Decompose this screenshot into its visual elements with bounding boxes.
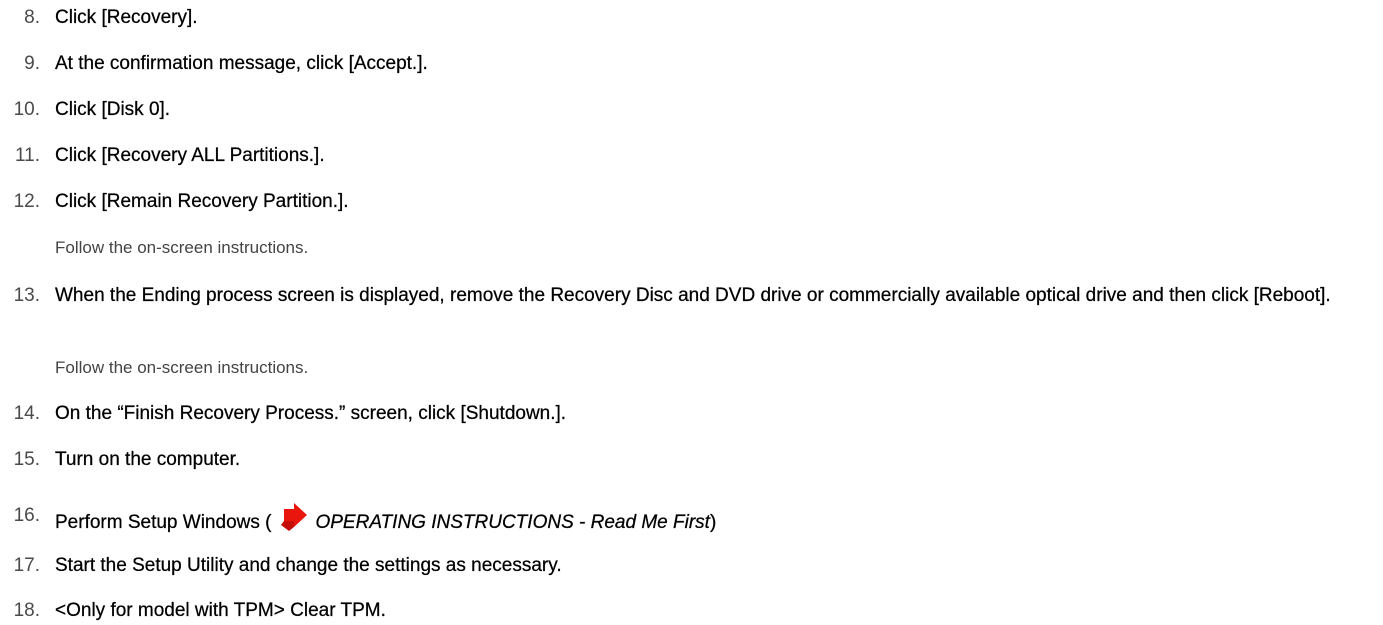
step-number: 18. [13, 600, 40, 621]
operating-instructions-link[interactable]: OPERATING INSTRUCTIONS - Read Me First [315, 512, 710, 533]
step-text: Start the Setup Utility and change the s… [55, 555, 562, 576]
step-number: 13. [13, 285, 40, 306]
step-number: 11. [14, 145, 40, 166]
step-text: Turn on the computer. [55, 449, 241, 470]
step-text: Click [Recovery]. [55, 7, 198, 28]
step-text: Click [Remain Recovery Partition.]. [55, 191, 349, 212]
red-arrow-right-icon [281, 503, 308, 531]
step-number: 14. [13, 403, 40, 424]
step-text-after: ) [709, 512, 717, 533]
step-text: Click [Disk 0]. [55, 99, 171, 120]
step-number: 9. [24, 53, 40, 74]
step-number: 12. [13, 191, 40, 212]
step-number: 16. [13, 505, 40, 526]
step-text-before: Perform Setup Windows ( [55, 512, 272, 533]
step-number: 8. [24, 7, 40, 28]
step-number: 10. [13, 99, 40, 120]
step-note: Follow the on-screen instructions. [55, 238, 309, 257]
step-note: Follow the on-screen instructions. [55, 358, 309, 377]
step-text: On the “Finish Recovery Process.” screen… [55, 403, 567, 424]
step-text: When the Ending process screen is displa… [55, 285, 1331, 306]
step-number: 15. [13, 449, 40, 470]
step-text: Perform Setup Windows ( OPERATING INSTRUC… [55, 502, 1375, 537]
step-number: 17. [13, 555, 40, 576]
step-text: At the confirmation message, click [Acce… [55, 53, 428, 74]
step-text: <Only for model with TPM> Clear TPM. [55, 600, 386, 621]
step-text: Click [Recovery ALL Partitions.]. [55, 145, 325, 166]
